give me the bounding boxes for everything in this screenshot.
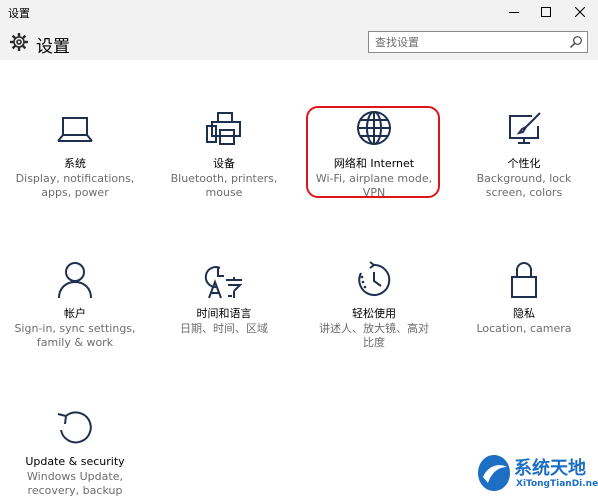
person-icon <box>58 262 92 299</box>
highlight-box <box>306 106 440 198</box>
window-title: 设置 <box>8 7 30 20</box>
maximize-icon <box>541 7 551 17</box>
tile-system[interactable]: 系统 Display, notifications, apps, power <box>5 110 145 200</box>
laptop-icon <box>57 117 93 142</box>
tile-devices[interactable]: 设备 Bluetooth, printers, mouse <box>154 110 294 200</box>
search-icon[interactable] <box>569 35 583 49</box>
tile-label: 隐私 <box>513 307 535 320</box>
tile-label: 轻松使用 <box>352 307 396 320</box>
tile-description: 日期、时间、区域 <box>180 322 268 335</box>
tile-description: Sign-in, sync settings, family & work <box>14 322 136 349</box>
tile-label: 时间和语言 <box>196 307 252 320</box>
tile-description: Location, camera <box>476 322 572 335</box>
tile-label: 帐户 <box>64 307 86 320</box>
search-box[interactable] <box>368 31 588 53</box>
ease-of-access-icon <box>358 261 391 296</box>
close-button[interactable] <box>564 0 596 24</box>
page-title: 设置 <box>36 37 70 57</box>
watermark-url: XiTongTianDi.net <box>516 479 598 489</box>
tile-label: 系统 <box>64 157 86 170</box>
refresh-icon <box>57 411 92 444</box>
settings-header: 设置 <box>0 24 598 60</box>
minimize-button[interactable] <box>498 0 530 24</box>
tile-description: Windows Update, recovery, backup <box>27 470 123 497</box>
paint-monitor-icon <box>509 112 541 144</box>
minimize-icon <box>509 12 519 13</box>
tile-time-language[interactable]: 时间和语言 日期、时间、区域 <box>154 260 294 336</box>
close-icon <box>575 7 585 17</box>
lock-icon <box>511 262 537 298</box>
tile-accounts[interactable]: 帐户 Sign-in, sync settings, family & work <box>5 260 145 350</box>
title-bar: 设置 <box>0 0 598 24</box>
tile-label: 个性化 <box>507 157 541 170</box>
maximize-button[interactable] <box>530 0 562 24</box>
gear-icon <box>10 33 28 51</box>
tile-label: 设备 <box>213 157 235 170</box>
site-watermark: 系统天地 XiTongTianDi.net <box>476 452 598 494</box>
watermark-title: 系统天地 <box>514 458 586 479</box>
watermark-logo-icon <box>478 455 510 491</box>
tile-privacy[interactable]: 隐私 Location, camera <box>454 260 594 336</box>
tile-update-security[interactable]: Update & security Windows Update, recover… <box>5 408 145 498</box>
printer-keyboard-icon <box>206 112 241 145</box>
time-language-icon <box>204 266 243 299</box>
search-input[interactable] <box>369 32 559 52</box>
tile-description: 讲述人、放大镜、高对 比度 <box>319 322 429 349</box>
tile-description: Background, lock screen, colors <box>476 172 572 199</box>
tile-description: Bluetooth, printers, mouse <box>170 172 278 199</box>
tile-description: Display, notifications, apps, power <box>15 172 135 199</box>
tile-ease-of-access[interactable]: 轻松使用 讲述人、放大镜、高对 比度 <box>304 260 444 350</box>
tile-personalization[interactable]: 个性化 Background, lock screen, colors <box>454 110 594 200</box>
tile-label: Update & security <box>25 455 125 468</box>
